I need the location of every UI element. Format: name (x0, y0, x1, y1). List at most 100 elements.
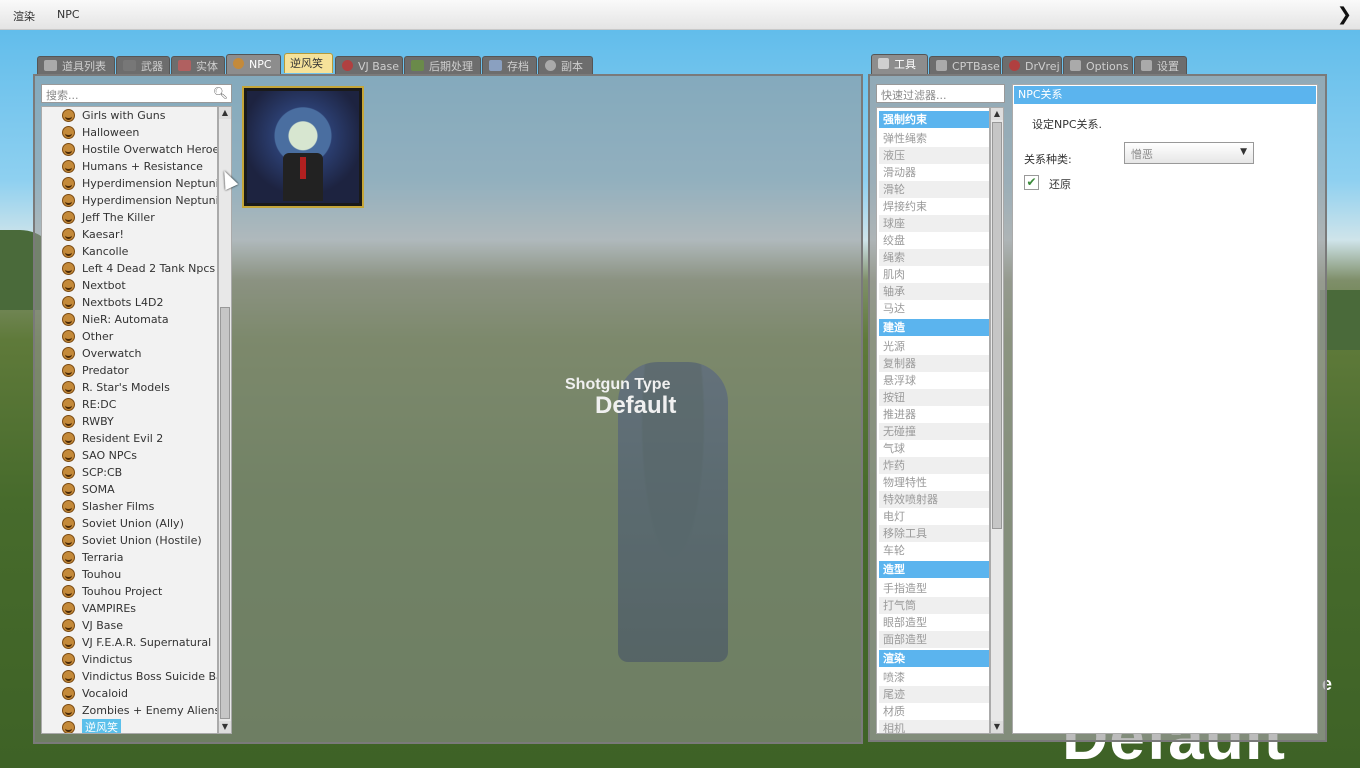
tab-tools[interactable]: 工具 (871, 54, 928, 75)
tool-item[interactable]: 电灯 (879, 508, 989, 525)
tab-prop-list[interactable]: 道具列表 (37, 56, 115, 75)
tree-item[interactable]: Soviet Union (Ally) (62, 515, 217, 532)
tab-weapons[interactable]: 武器 (116, 56, 170, 75)
tool-item[interactable]: 无碰撞 (879, 423, 989, 440)
tree-item[interactable]: VJ F.E.A.R. Supernatural (62, 634, 217, 651)
tool-item[interactable]: 车轮 (879, 542, 989, 559)
tool-item[interactable]: 按钮 (879, 389, 989, 406)
tree-item[interactable]: NieR: Automata (62, 311, 217, 328)
tool-category-header[interactable]: 造型 (879, 561, 989, 578)
tree-item[interactable]: Jeff The Killer (62, 209, 217, 226)
tab-entities[interactable]: 实体 (171, 56, 225, 75)
tree-item[interactable]: SAO NPCs (62, 447, 217, 464)
scroll-up-arrow-icon[interactable]: ▲ (991, 108, 1003, 120)
tool-category-header[interactable]: 建造 (879, 319, 989, 336)
tool-item[interactable]: 打气筒 (879, 597, 989, 614)
tool-category-header[interactable]: 强制约束 (879, 111, 989, 128)
tree-item[interactable]: Humans + Resistance (62, 158, 217, 175)
tab-options[interactable]: Options (1063, 56, 1133, 75)
tool-category-header[interactable]: 渲染 (879, 650, 989, 667)
tool-item[interactable]: 肌肉 (879, 266, 989, 283)
tab-nifengxiao[interactable]: 逆风笑 (284, 53, 333, 73)
tool-item[interactable]: 光源 (879, 338, 989, 355)
tool-item[interactable]: 气球 (879, 440, 989, 457)
tool-item[interactable]: 手指造型 (879, 580, 989, 597)
tool-list-scrollbar[interactable]: ▲ ▼ (990, 107, 1004, 734)
tree-item[interactable]: Resident Evil 2 (62, 430, 217, 447)
tool-item[interactable]: 相机 (879, 720, 989, 733)
tool-item[interactable]: 绞盘 (879, 232, 989, 249)
tool-item[interactable]: 滑轮 (879, 181, 989, 198)
tool-item[interactable]: 复制器 (879, 355, 989, 372)
tool-item[interactable]: 尾迹 (879, 686, 989, 703)
tree-item[interactable]: Touhou (62, 566, 217, 583)
tree-item[interactable]: Hyperdimension Neptunia... (62, 192, 217, 209)
tab-post-process[interactable]: 后期处理 (404, 56, 481, 75)
tool-item[interactable]: 球座 (879, 215, 989, 232)
tab-npc[interactable]: NPC (226, 54, 281, 75)
tool-item[interactable]: 滑动器 (879, 164, 989, 181)
tool-item[interactable]: 绳索 (879, 249, 989, 266)
npc-search-input[interactable]: 搜索... 🔍︎ (41, 84, 232, 103)
tree-item[interactable]: Predator (62, 362, 217, 379)
tool-item[interactable]: 悬浮球 (879, 372, 989, 389)
tree-item[interactable]: Left 4 Dead 2 Tank Npcs (62, 260, 217, 277)
tab-settings[interactable]: 设置 (1134, 56, 1187, 75)
relation-type-select[interactable]: 憎恶 ▼ (1124, 142, 1254, 164)
tree-item[interactable]: Soviet Union (Hostile) (62, 532, 217, 549)
tree-item[interactable]: VAMPIREs (62, 600, 217, 617)
tool-item[interactable]: 马达 (879, 300, 989, 317)
tree-item[interactable]: Overwatch (62, 345, 217, 362)
menu-item-npc[interactable]: NPC (57, 8, 80, 21)
menu-item-render[interactable]: 渲染 (13, 8, 35, 24)
tool-item[interactable]: 液压 (879, 147, 989, 164)
tree-item[interactable]: RWBY (62, 413, 217, 430)
tree-item[interactable]: SOMA (62, 481, 217, 498)
tree-item[interactable]: Slasher Films (62, 498, 217, 515)
tree-item[interactable]: Hyperdimension Neptunia (62, 175, 217, 192)
tree-item[interactable]: Vindictus (62, 651, 217, 668)
chevron-right-icon[interactable]: ❯ (1337, 4, 1352, 25)
tree-item[interactable]: Kancolle (62, 243, 217, 260)
scroll-up-arrow-icon[interactable]: ▲ (219, 107, 231, 119)
tree-item[interactable]: Hostile Overwatch Heroes (62, 141, 217, 158)
tree-item[interactable]: Kaesar! (62, 226, 217, 243)
npc-spawn-icon[interactable] (242, 86, 364, 208)
tab-dupes[interactable]: 副本 (538, 56, 593, 75)
tool-filter-input[interactable]: 快速过滤器... (876, 84, 1005, 103)
tool-item[interactable]: 推进器 (879, 406, 989, 423)
tool-item[interactable]: 面部造型 (879, 631, 989, 648)
tree-item[interactable]: Halloween (62, 124, 217, 141)
tree-item[interactable]: Zombies + Enemy Aliens (62, 702, 217, 719)
tool-item[interactable]: 移除工具 (879, 525, 989, 542)
tool-item[interactable]: 弹性绳索 (879, 130, 989, 147)
tool-item[interactable]: 物理特性 (879, 474, 989, 491)
tool-item[interactable]: 喷漆 (879, 669, 989, 686)
tree-item[interactable]: RE:DC (62, 396, 217, 413)
search-icon[interactable]: 🔍︎ (213, 86, 228, 100)
tree-item[interactable]: Nextbots L4D2 (62, 294, 217, 311)
scrollbar-thumb[interactable] (220, 307, 230, 719)
category-scrollbar[interactable]: ▲ ▼ (218, 106, 232, 734)
tree-item[interactable]: R. Star's Models (62, 379, 217, 396)
tool-item[interactable]: 轴承 (879, 283, 989, 300)
tree-item[interactable]: Other (62, 328, 217, 345)
tab-cptbase[interactable]: CPTBase (929, 56, 1001, 75)
scroll-down-arrow-icon[interactable]: ▼ (991, 721, 1003, 733)
tab-saves[interactable]: 存档 (482, 56, 537, 75)
tool-item[interactable]: 材质 (879, 703, 989, 720)
tool-item[interactable]: 眼部造型 (879, 614, 989, 631)
tab-drvrej[interactable]: DrVrej (1002, 56, 1062, 75)
tree-item[interactable]: Vindictus Boss Suicide Battle (62, 668, 217, 685)
tool-item[interactable]: 焊接约束 (879, 198, 989, 215)
tab-vj-base[interactable]: VJ Base (335, 56, 403, 75)
tree-item[interactable]: Vocaloid (62, 685, 217, 702)
scroll-down-arrow-icon[interactable]: ▼ (219, 721, 231, 733)
tool-item[interactable]: 炸药 (879, 457, 989, 474)
tool-item[interactable]: 特效喷射器 (879, 491, 989, 508)
restore-checkbox[interactable]: ✔ (1024, 175, 1039, 190)
tree-item[interactable]: Touhou Project (62, 583, 217, 600)
tree-item[interactable]: Girls with Guns (62, 107, 217, 124)
tree-item[interactable]: SCP:CB (62, 464, 217, 481)
tree-item[interactable]: Nextbot (62, 277, 217, 294)
